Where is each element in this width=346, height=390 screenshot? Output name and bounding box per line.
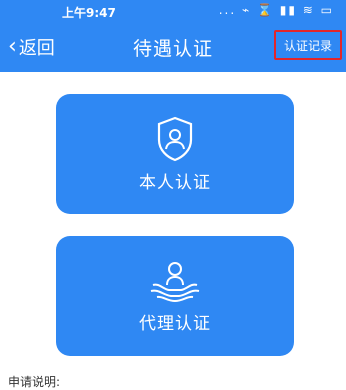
status-icons: ... ⌁ ⌛ ▮▮ ≋ ▭ bbox=[218, 3, 334, 17]
proxy-auth-label: 代理认证 bbox=[139, 313, 211, 334]
proxy-auth-card[interactable]: 代理认证 bbox=[56, 236, 294, 356]
status-bar: 上午9:47 ... ⌁ ⌛ ▮▮ ≋ ▭ bbox=[0, 0, 346, 22]
application-description-label: 申请说明: bbox=[8, 375, 61, 389]
hands-person-icon bbox=[150, 261, 200, 302]
self-auth-label: 本人认证 bbox=[139, 172, 211, 193]
auth-records-button[interactable]: 认证记录 bbox=[274, 30, 342, 60]
nav-bar: ‹ 返回 待遇认证 认证记录 bbox=[0, 22, 346, 72]
self-auth-card[interactable]: 本人认证 bbox=[56, 94, 294, 214]
shield-user-icon bbox=[157, 116, 193, 161]
auth-records-label: 认证记录 bbox=[283, 38, 332, 53]
status-time: 上午9:47 bbox=[62, 6, 116, 20]
